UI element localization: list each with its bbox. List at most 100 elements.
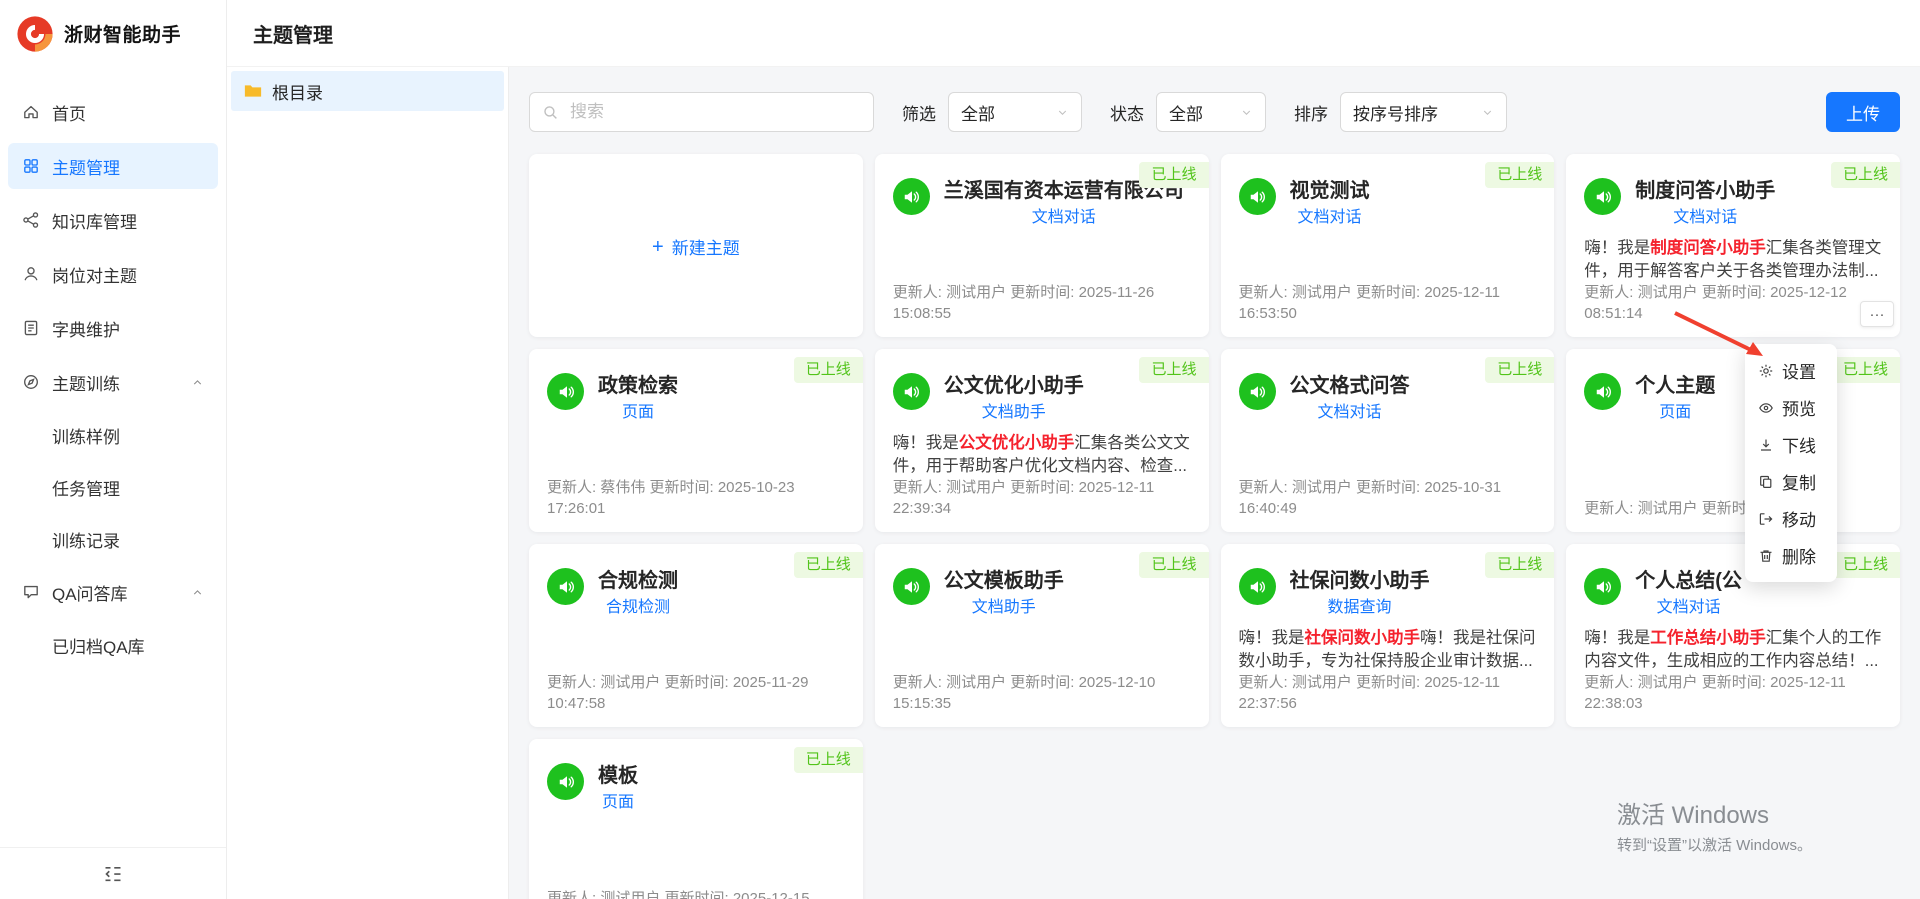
- tree-node-root[interactable]: 根目录: [231, 71, 504, 111]
- context-menu-item-label: 复制: [1782, 474, 1816, 493]
- sidebar-item-4[interactable]: 字典维护: [8, 305, 218, 351]
- speaker-icon: [1238, 373, 1276, 410]
- card-tag-link[interactable]: 数据查询: [1327, 598, 1391, 619]
- main-area: 筛选 全部 状态 全部 排序 按序号排序 上传 + 新建主题 已上线兰溪国有资本运营有限公…: [509, 67, 1920, 899]
- context-menu-item-2[interactable]: 下线: [1753, 426, 1829, 463]
- topic-card-6[interactable]: 已上线 个人主题 页面 更新人: 测试用户 更新时间: 16:51:43: [1566, 349, 1900, 532]
- dict-icon: [22, 319, 40, 337]
- card-footer: 更新人: 测试用户 更新时间: 2025-12-11 22:37:56: [1238, 673, 1500, 713]
- menu-fold-icon[interactable]: [103, 864, 123, 884]
- card-title: 制度问答小助手: [1635, 180, 1776, 202]
- topic-card-grid: + 新建主题 已上线 兰溪国有资本运营有限公司 文档对话 更新人: 测试用户 更新时间…: [529, 154, 1900, 899]
- offline-icon: [1758, 437, 1774, 453]
- topic-card-4[interactable]: 已上线 公文优化小助手 文档助手 嗨！我是公文优化小助手汇集各类公文文件，用于帮助客户…: [874, 349, 1209, 532]
- more-actions-button[interactable]: ···: [1860, 301, 1894, 327]
- speaker-icon: [547, 373, 584, 410]
- filter-select[interactable]: 按序号排序: [1340, 92, 1507, 132]
- context-menu-item-label: 删除: [1782, 548, 1816, 567]
- card-title: 公文格式问答: [1289, 375, 1410, 397]
- context-menu-item-4[interactable]: 移动: [1753, 500, 1829, 537]
- status-badge: 已上线: [1485, 162, 1555, 188]
- speaker-icon: [892, 568, 930, 605]
- filter-select-value: 按序号排序: [1353, 104, 1438, 124]
- brand-logo-icon: [16, 15, 54, 53]
- context-menu-item-5[interactable]: 删除: [1753, 537, 1829, 574]
- chevron-down-icon: [1240, 106, 1253, 119]
- filter-group-0: 筛选 全部: [902, 92, 1082, 132]
- sidebar-item-0[interactable]: 首页: [8, 89, 218, 135]
- topic-card-5[interactable]: 已上线 公文格式问答 文档对话 更新人: 测试用户 更新时间: 2025-10-31 …: [1220, 349, 1555, 532]
- search-box[interactable]: [529, 92, 874, 132]
- card-tag-link[interactable]: 文档对话: [1297, 208, 1361, 229]
- card-title: 社保问数小助手: [1289, 570, 1430, 592]
- filter-select[interactable]: 全部: [948, 92, 1082, 132]
- tree-node-label: 根目录: [272, 83, 323, 103]
- topic-card-0[interactable]: 已上线 兰溪国有资本运营有限公司 文档对话 更新人: 测试用户 更新时间: 2025-…: [874, 154, 1209, 337]
- card-title: 模板: [598, 765, 638, 787]
- search-icon: [542, 104, 559, 121]
- card-context-menu: 设置预览下线复制移动删除: [1745, 344, 1837, 582]
- speaker-icon: [1584, 568, 1622, 605]
- speaker-icon: [547, 763, 584, 800]
- card-tag-link[interactable]: 文档对话: [1317, 403, 1381, 424]
- chevron-down-icon: [1481, 106, 1494, 119]
- home-icon: [22, 103, 40, 121]
- context-menu-item-3[interactable]: 复制: [1753, 463, 1829, 500]
- sidebar-item-2[interactable]: 知识库管理: [8, 197, 218, 243]
- topic-card-3[interactable]: 已上线 政策检索 页面 更新人: 蔡伟伟 更新时间: 2025-10-23 17:26…: [529, 349, 863, 532]
- context-menu-item-1[interactable]: 预览: [1753, 389, 1829, 426]
- card-footer: 更新人: 测试用户 更新时间: 2025-11-29 10:47:58: [547, 673, 809, 713]
- context-menu-item-label: 移动: [1782, 511, 1816, 530]
- sidebar-subitem-5-2[interactable]: 训练记录: [8, 517, 218, 561]
- speaker-icon: [1238, 568, 1276, 605]
- sidebar-item-label: 岗位对主题: [52, 266, 137, 286]
- card-tag-link[interactable]: 合规检测: [606, 598, 670, 619]
- card-tag-link[interactable]: 页面: [602, 793, 634, 814]
- card-tag-link[interactable]: 页面: [1659, 403, 1691, 424]
- trash-icon: [1758, 548, 1774, 564]
- speaker-icon: [1238, 178, 1276, 215]
- upload-button[interactable]: 上传: [1826, 92, 1900, 132]
- sidebar: 浙财智能助手 首页 主题管理 知识库管理 岗位对主题 字典维护 主题训练 训练样例 任务管理训…: [0, 0, 227, 899]
- topic-card-7[interactable]: 已上线 合规检测 合规检测 更新人: 测试用户 更新时间: 2025-11-29 10…: [529, 544, 863, 727]
- watermark-title: 激活 Windows: [1616, 802, 1770, 829]
- sidebar-item-label: 主题训练: [52, 374, 120, 394]
- card-footer: 更新人: 测试用户 更新时间: 2025-12-15: [547, 890, 810, 899]
- status-badge: 已上线: [1139, 357, 1209, 383]
- sidebar-subitem-6-0[interactable]: 已归档QA库: [8, 623, 218, 667]
- filter-group-2: 排序 按序号排序: [1294, 92, 1507, 132]
- context-menu-item-label: 预览: [1782, 400, 1816, 419]
- card-description: 嗨！我是工作总结小助手汇集个人的工作内容文件，生成相应的工作内容总结！...: [1584, 628, 1882, 670]
- filter-label: 筛选: [902, 104, 936, 124]
- sidebar-item-5[interactable]: 主题训练: [8, 359, 218, 405]
- card-tag-link[interactable]: 文档助手: [982, 403, 1046, 424]
- sidebar-subitem-5-1[interactable]: 任务管理: [8, 465, 218, 509]
- search-input[interactable]: [568, 101, 861, 123]
- chevron-up-icon[interactable]: [191, 586, 204, 599]
- sidebar-subitem-5-0[interactable]: 训练样例: [8, 413, 218, 457]
- topic-card-1[interactable]: 已上线 视觉测试 文档对话 更新人: 测试用户 更新时间: 2025-12-11 16…: [1220, 154, 1555, 337]
- card-tag-link[interactable]: 文档对话: [1673, 208, 1737, 229]
- sidebar-menu: 首页主题管理知识库管理岗位对主题字典维护主题训练训练样例任务管理训练记录 QA问答…: [0, 67, 226, 847]
- filter-select[interactable]: 全部: [1156, 92, 1266, 132]
- card-footer: 更新人: 测试用户 更新时间: 2025-12-11 16:53:50: [1238, 283, 1500, 323]
- card-tag-link[interactable]: 文档对话: [1032, 208, 1096, 229]
- card-title: 公文模板助手: [943, 570, 1064, 592]
- filter-select-value: 全部: [1169, 104, 1203, 124]
- card-tag-link[interactable]: 页面: [622, 403, 654, 424]
- new-topic-card[interactable]: + 新建主题: [529, 154, 863, 337]
- chevron-up-icon[interactable]: [191, 376, 204, 389]
- card-tag-link[interactable]: 文档对话: [1657, 598, 1721, 619]
- topic-card-9[interactable]: 已上线 社保问数小助手 数据查询 嗨！我是社保问数小助手嗨！我是社保问数小助手，专为社…: [1220, 544, 1555, 727]
- share-icon: [22, 211, 40, 229]
- user-icon: [22, 265, 40, 283]
- topic-card-2[interactable]: 已上线 制度问答小助手 文档对话 嗨！我是制度问答小助手汇集各类管理文件，用于解答客户…: [1566, 154, 1900, 337]
- topic-card-8[interactable]: 已上线 公文模板助手 文档助手 更新人: 测试用户 更新时间: 2025-12-10 …: [874, 544, 1209, 727]
- sidebar-item-6[interactable]: QA问答库: [8, 569, 218, 615]
- topic-card-10[interactable]: 已上线 个人总结(公 文档对话 嗨！我是工作总结小助手汇集个人的工作内容文件，生成相应…: [1566, 544, 1900, 727]
- sidebar-item-3[interactable]: 岗位对主题: [8, 251, 218, 297]
- topic-card-11[interactable]: 已上线 模板 页面 更新人: 测试用户 更新时间: 2025-12-15: [529, 739, 863, 899]
- card-tag-link[interactable]: 文档助手: [972, 598, 1036, 619]
- context-menu-item-0[interactable]: 设置: [1753, 352, 1829, 389]
- sidebar-item-1[interactable]: 主题管理: [8, 143, 218, 189]
